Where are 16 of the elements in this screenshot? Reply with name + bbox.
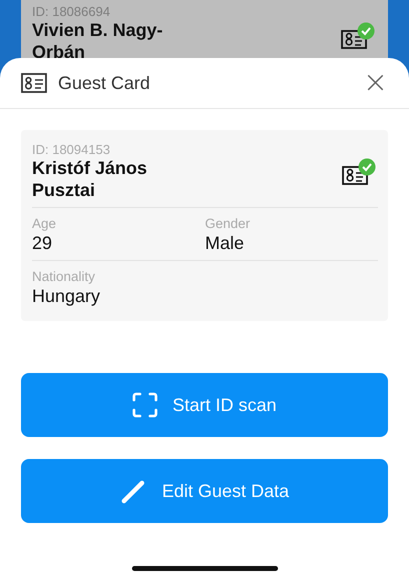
field-value: Male <box>205 233 246 254</box>
close-button[interactable]: × <box>362 68 388 98</box>
field-label: Age <box>32 216 58 231</box>
guest-name: Kristóf János Pusztai <box>32 157 148 201</box>
field-value: Hungary <box>32 286 102 307</box>
scan-frame-icon <box>132 392 158 418</box>
guest-id: ID: 18094153 <box>32 142 112 157</box>
field-label: Nationality <box>32 269 96 284</box>
edit-button[interactable]: Edit Guest Data <box>21 459 388 523</box>
field-label: Gender <box>205 216 252 231</box>
field-value: 29 <box>32 233 54 254</box>
id-card-icon <box>21 73 47 93</box>
guest-id: ID: 18086694 <box>32 4 112 19</box>
sheet-title: Guest Card <box>58 72 152 94</box>
scan-button[interactable]: Start ID scan <box>21 373 388 437</box>
guest-name: Vivien B. Nagy-Orbán <box>32 19 164 63</box>
